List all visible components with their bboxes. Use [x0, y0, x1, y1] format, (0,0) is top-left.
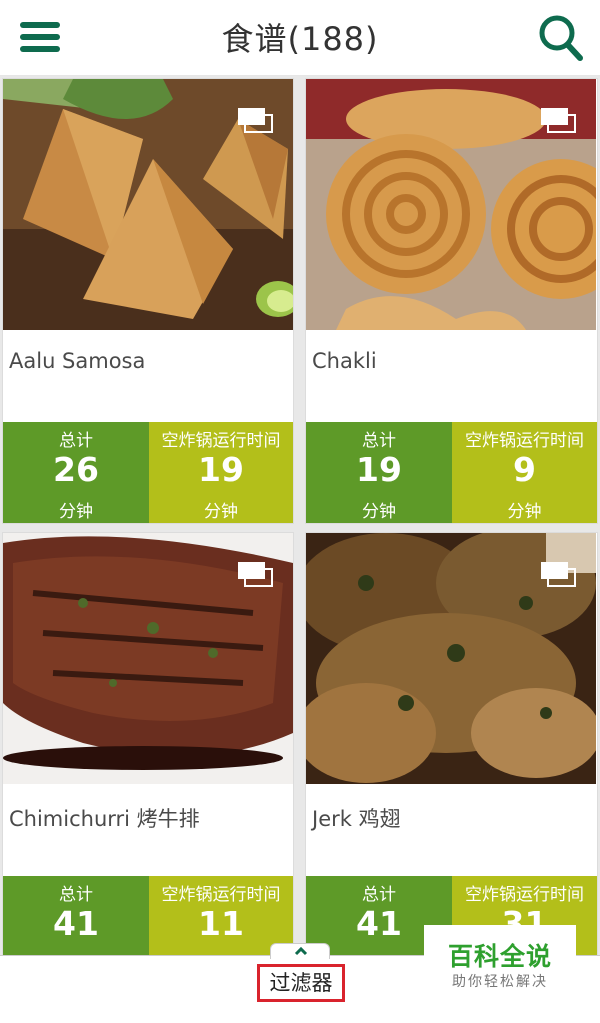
chevron-up-icon[interactable]: [270, 943, 330, 959]
total-time: 总计 26 分钟: [3, 422, 149, 523]
gallery-icon: [237, 561, 273, 587]
watermark-subtitle: 助你轻松解决: [452, 974, 548, 990]
recipe-photo: [3, 79, 293, 330]
recipe-card-chakli[interactable]: Chakli 总计 19 分钟 空炸锅运行时间 9 分钟: [305, 78, 598, 524]
airfryer-time: 空炸锅运行时间 19 分钟: [149, 422, 293, 523]
recipe-name: Chakli: [312, 349, 377, 373]
watermark-title: 百科全说: [447, 942, 552, 971]
recipe-grid: Aalu Samosa 总计 26 分钟 空炸锅运行时间 19 分钟 Chakl…: [0, 76, 600, 956]
watermark-logo: 百科全说 助你轻松解决: [424, 925, 576, 995]
gallery-icon: [540, 561, 576, 587]
recipe-photo: [306, 79, 596, 330]
app-header: 食谱(188): [0, 0, 600, 76]
recipe-card-jerk-wings[interactable]: Jerk 鸡翅 总计 41 空炸锅运行时间 31: [305, 532, 598, 956]
total-time: 总计 41: [3, 876, 149, 956]
gallery-icon: [540, 107, 576, 133]
recipe-name: Jerk 鸡翅: [312, 807, 401, 831]
page-title: 食谱(188): [221, 20, 379, 58]
recipe-card-aalu-samosa[interactable]: Aalu Samosa 总计 26 分钟 空炸锅运行时间 19 分钟: [2, 78, 294, 524]
filter-button[interactable]: 过滤器: [257, 964, 345, 1002]
recipe-name: Chimichurri 烤牛排: [9, 807, 200, 831]
total-time: 总计 19 分钟: [306, 422, 452, 523]
recipe-times: 总计 41 空炸锅运行时间 11: [3, 876, 293, 956]
gallery-icon: [237, 107, 273, 133]
recipe-times: 总计 26 分钟 空炸锅运行时间 19 分钟: [3, 422, 293, 523]
recipe-name: Aalu Samosa: [9, 349, 146, 373]
recipe-photo: [3, 533, 293, 784]
search-icon[interactable]: [536, 12, 584, 64]
recipe-times: 总计 19 分钟 空炸锅运行时间 9 分钟: [306, 422, 597, 523]
recipe-photo: [306, 533, 596, 784]
airfryer-time: 空炸锅运行时间 9 分钟: [452, 422, 597, 523]
recipe-card-chimichurri-steak[interactable]: Chimichurri 烤牛排 总计 41 空炸锅运行时间 11: [2, 532, 294, 956]
